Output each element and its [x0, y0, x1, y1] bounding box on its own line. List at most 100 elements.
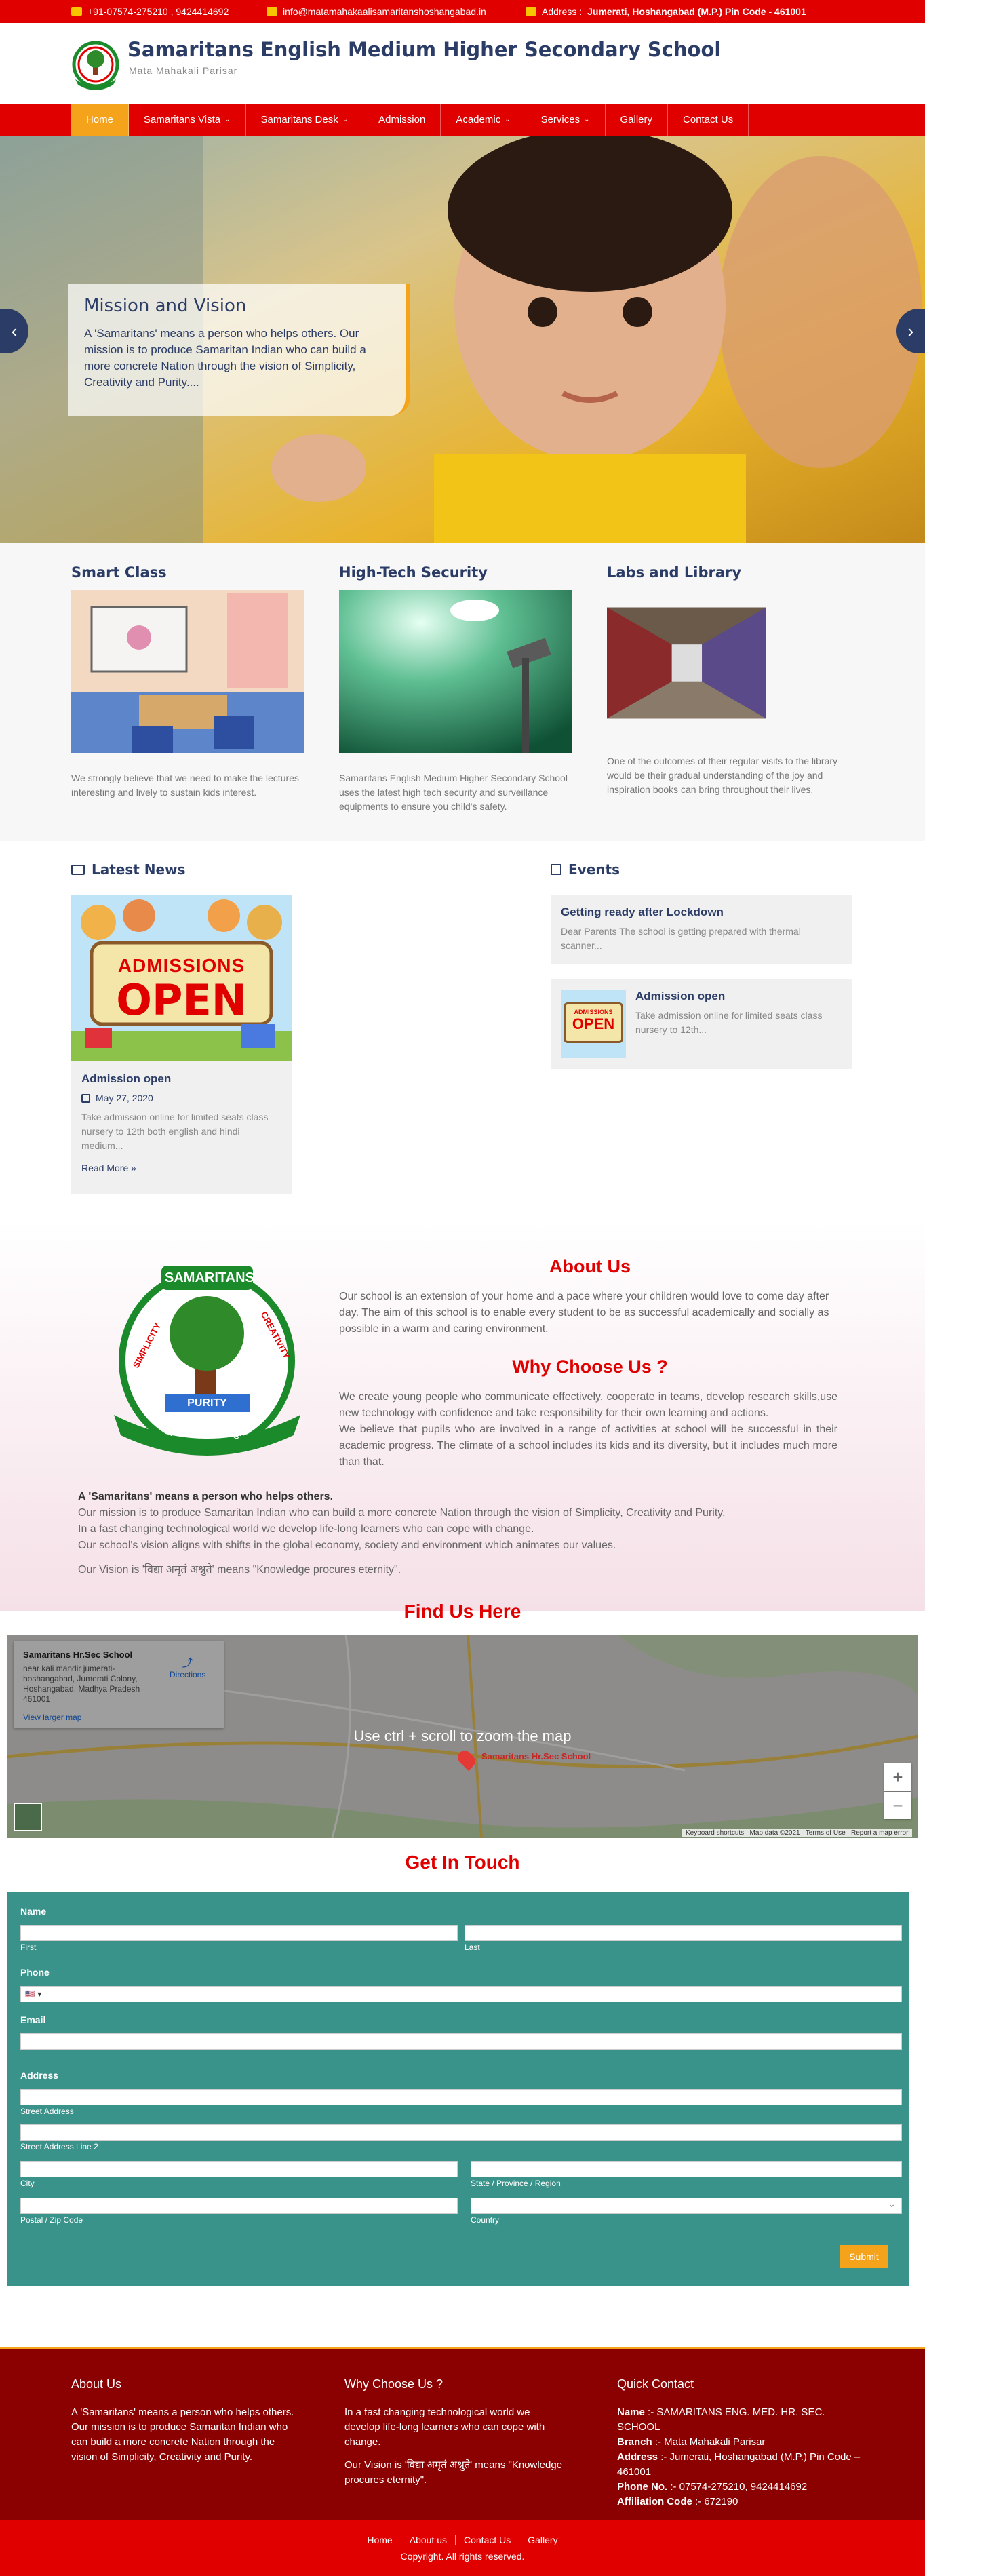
library-image: [607, 607, 766, 719]
footer-link-home[interactable]: Home: [359, 2535, 401, 2545]
city-sublabel: City: [20, 2179, 35, 2188]
footer-why-heading: Why Choose Us ?: [344, 2377, 443, 2391]
email-input[interactable]: [20, 2033, 902, 2050]
news-title[interactable]: Admission open: [81, 1072, 281, 1086]
affiliation-value: :- 672190: [692, 2496, 738, 2507]
nav-gallery[interactable]: Gallery: [606, 104, 669, 136]
hero-caption: Mission and Vision A 'Samaritans' means …: [68, 284, 410, 416]
street-address-2-input[interactable]: [20, 2124, 902, 2141]
nav-academic[interactable]: Academic ⌄: [441, 104, 526, 136]
hand-pointer-icon: [526, 7, 536, 16]
email-label: Email: [20, 2014, 46, 2025]
feature-smart-class: Smart Class We strongly believe that we …: [71, 564, 315, 800]
zip-sublabel: Postal / Zip Code: [20, 2215, 83, 2225]
chevron-left-icon: ‹: [11, 320, 18, 341]
samaritans-line-3: Our school's vision aligns with shifts i…: [78, 1540, 616, 1551]
feature-text: Samaritans English Medium Higher Seconda…: [339, 773, 568, 812]
map-attribution[interactable]: Keyboard shortcuts Map data ©2021 Terms …: [682, 1829, 913, 1837]
country-select[interactable]: ⌄: [471, 2198, 902, 2214]
phone-text: +91-07574-275210 , 9424414692: [87, 6, 229, 17]
emblem-text-bottom: PURITY: [187, 1397, 227, 1409]
last-name-input[interactable]: [465, 1925, 902, 1941]
school-logo[interactable]: [71, 40, 120, 90]
footer-link-gallery[interactable]: Gallery: [519, 2535, 566, 2545]
address-text[interactable]: Jumerati, Hoshangabad (M.P.) Pin Code - …: [587, 0, 806, 23]
samaritans-bold: A 'Samaritans' means a person who helps …: [78, 1491, 334, 1502]
city-input[interactable]: [20, 2161, 458, 2177]
footer-contact-name: Name :- SAMARITANS ENG. MED. HR. SEC. SC…: [617, 2405, 861, 2435]
copyright-text: Copyright. All rights reserved.: [400, 2551, 525, 2562]
street2-sublabel: Street Address Line 2: [20, 2142, 98, 2151]
top-info-bar: +91-07574-275210 , 9424414692 info@matam…: [0, 0, 925, 23]
footer-about-text: A 'Samaritans' means a person who helps …: [71, 2406, 294, 2463]
event-thumbnail[interactable]: ADMISSIONS OPEN: [561, 990, 626, 1058]
events-heading: Events: [551, 861, 620, 878]
news-date: May 27, 2020: [81, 1093, 281, 1104]
footer-why: Why Choose Us ? In a fast changing techn…: [344, 2377, 568, 2488]
events-title: Events: [568, 861, 620, 878]
country-sublabel: Country: [471, 2215, 500, 2225]
footer-link-about[interactable]: About us: [401, 2535, 456, 2545]
site-title[interactable]: Samaritans English Medium Higher Seconda…: [127, 38, 721, 61]
google-map[interactable]: Samaritans Hr.Sec School near kali mandi…: [7, 1635, 918, 1838]
why-paragraph-2: We believe that pupils who are involved …: [339, 1424, 837, 1468]
envelope-icon: [267, 7, 277, 16]
nav-contact-us[interactable]: Contact Us: [668, 104, 749, 136]
feature-high-tech-security: High-Tech Security Samaritans English Me…: [339, 564, 583, 814]
site-footer: About Us A 'Samaritans' means a person w…: [0, 2347, 925, 2520]
feature-title[interactable]: Smart Class: [71, 564, 315, 581]
state-input[interactable]: [471, 2161, 902, 2177]
phone-input[interactable]: 🇺🇸 ▾: [20, 1986, 902, 2002]
zip-input[interactable]: [20, 2198, 458, 2214]
contact-form: Name First Last Phone 🇺🇸 ▾ Email Address…: [7, 1892, 909, 2286]
first-name-input[interactable]: [20, 1925, 458, 1941]
event-title[interactable]: Admission open: [635, 990, 842, 1003]
thumb-text-admissions: ADMISSIONS: [574, 1009, 613, 1015]
thumb-sign: ADMISSIONS OPEN: [564, 1002, 623, 1043]
nav-samaritans-vista[interactable]: Samaritans Vista ⌄: [129, 104, 246, 136]
footer-why-text-2: Our Vision is 'विद्या अमृतं अश्नुते' mea…: [344, 2459, 563, 2486]
read-more-link[interactable]: Read More »: [81, 1163, 281, 1173]
footer-links: Home About us Contact Us Gallery: [0, 2535, 925, 2545]
submit-button[interactable]: Submit: [840, 2245, 888, 2268]
why-paragraph-1: We create young people who communicate e…: [339, 1391, 837, 1419]
feature-title[interactable]: Labs and Library: [607, 564, 851, 581]
footer-contact-branch: Branch :- Mata Mahakali Parisar: [617, 2435, 861, 2450]
phone-label: Phone: [20, 1967, 50, 1978]
calendar-icon: [551, 864, 561, 875]
emblem-text-top: SAMARITANS: [165, 1270, 254, 1285]
nav-samaritans-desk[interactable]: Samaritans Desk ⌄: [246, 104, 364, 136]
phone-icon: [71, 7, 82, 16]
samaritans-line-2: In a fast changing technological world w…: [78, 1523, 534, 1535]
email-info[interactable]: info@matamahakaalisamaritanshoshangabad.…: [267, 0, 486, 23]
smart-class-image: [71, 590, 304, 753]
samaritans-statement: A 'Samaritans' means a person who helps …: [78, 1489, 858, 1578]
hero-title: Mission and Vision: [84, 296, 247, 316]
admissions-open-image[interactable]: ADMISSIONS OPEN: [71, 895, 292, 1061]
map-zoom-hint-overlay: Use ctrl + scroll to zoom the map: [7, 1635, 918, 1838]
nav-admission[interactable]: Admission: [363, 104, 441, 136]
phone-label: Phone No.: [617, 2481, 668, 2493]
nav-label: Samaritans Vista: [144, 114, 221, 125]
footer-link-contact[interactable]: Contact Us: [456, 2535, 520, 2545]
map-satellite-toggle[interactable]: [14, 1803, 42, 1831]
street-address-input[interactable]: [20, 2089, 902, 2105]
nav-home[interactable]: Home: [71, 104, 130, 136]
hero-text: A 'Samaritans' means a person who helps …: [84, 327, 366, 389]
event-title[interactable]: Getting ready after Lockdown: [561, 905, 842, 919]
feature-title[interactable]: High-Tech Security: [339, 564, 583, 581]
newspaper-icon: [71, 864, 85, 875]
map-zoom-out-button[interactable]: −: [884, 1792, 911, 1819]
emblem-motto: विद्या अमृतम् अश्नुते: [170, 1426, 245, 1439]
map-zoom-in-button[interactable]: +: [884, 1763, 911, 1791]
hero-slider: Mission and Vision A 'Samaritans' means …: [0, 136, 925, 543]
country-flag-select[interactable]: 🇺🇸 ▾: [25, 1989, 41, 1999]
about-text: Our school is an extension of your home …: [339, 1291, 829, 1335]
phone-value: :- 07574-275210, 9424414692: [667, 2481, 808, 2493]
email-text[interactable]: info@matamahakaalisamaritanshoshangabad.…: [283, 0, 486, 23]
street-sublabel: Street Address: [20, 2107, 74, 2116]
nav-label: Samaritans Desk: [260, 114, 338, 125]
plus-icon: +: [892, 1766, 903, 1787]
feature-text: We strongly believe that we need to make…: [71, 773, 299, 798]
nav-services[interactable]: Services ⌄: [526, 104, 606, 136]
